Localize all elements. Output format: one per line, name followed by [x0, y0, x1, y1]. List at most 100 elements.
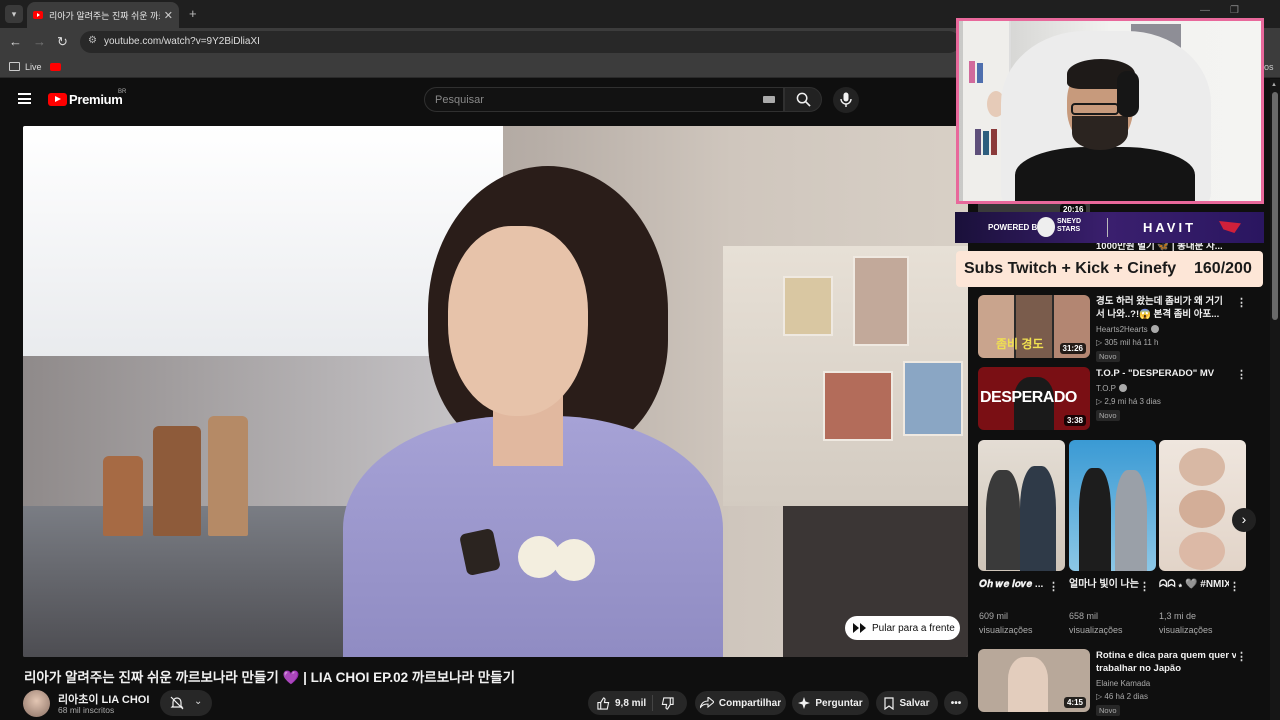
sidebar-video-channel[interactable]: Elaine Kamada [1096, 679, 1150, 688]
new-badge: Novo [1096, 705, 1120, 716]
youtube-logo-icon[interactable] [48, 93, 67, 106]
back-icon[interactable]: ← [9, 34, 22, 49]
video-title-rest: | LIA CHOI EP.02 까르보나라 만들기 [299, 670, 515, 685]
verified-icon [1150, 325, 1159, 333]
video-title: 리아가 알려주는 진짜 쉬운 까르보나라 만들기 💜 | LIA CHOI EP… [24, 666, 924, 686]
webcam-book [975, 129, 981, 155]
video-scene-photo [903, 361, 963, 436]
short-thumbnail[interactable] [978, 440, 1065, 571]
webcam-streamer-beard [1072, 116, 1128, 150]
short-thumbnail[interactable] [1069, 440, 1156, 571]
ask-button[interactable]: Perguntar [792, 691, 869, 715]
sidebar-video-thumbnail[interactable]: DESPERADO 3:38 [978, 367, 1090, 430]
reload-icon[interactable]: ↻ [57, 34, 68, 50]
sidebar-video-title[interactable]: T.O.P - "DESPERADO" MV [1096, 367, 1236, 380]
sponsor-brand: HAVIT [1143, 220, 1197, 235]
webcam-headset [1117, 71, 1139, 117]
streamer-webcam-overlay [956, 18, 1264, 204]
sidebar-video-meta: ▷ 305 mil há 11 h [1096, 338, 1159, 347]
sidebar-video-title-line2[interactable]: trabalhar no Japão [1096, 662, 1236, 675]
forward-icon[interactable]: → [33, 34, 46, 49]
new-badge: Novo [1096, 351, 1120, 362]
share-icon [699, 697, 714, 709]
video-scene-jar [208, 416, 248, 536]
short-title[interactable]: 얼마나 빛이 나는지✨ #... [1069, 578, 1139, 592]
short-title[interactable]: ᗣᗣ ⁎ 🩶 #NMIXX #... [1159, 578, 1229, 592]
sparkle-icon [798, 697, 811, 709]
folder-icon[interactable] [9, 62, 20, 71]
webcam-streamer-glasses [1071, 103, 1119, 115]
voice-search-button[interactable] [833, 87, 859, 113]
tab-title: 리아가 알려주는 진짜 쉬운 까르 [49, 10, 160, 21]
sidebar-video-title-line2[interactable]: 서 나와..?!😱 본격 좀비 아포... [1096, 308, 1236, 321]
channel-avatar[interactable] [23, 690, 50, 717]
thumb-face [1179, 532, 1225, 570]
subs-goal-label: Subs Twitch + Kick + Cinefy [964, 260, 1177, 277]
sidebar-video-thumbnail[interactable]: 4:15 [978, 649, 1090, 712]
thumb-face [1179, 448, 1225, 486]
url-bar[interactable]: ⚙ youtube.com/watch?v=9Y2BiDliaXI [80, 31, 960, 53]
logo-text[interactable]: Premium [69, 92, 123, 107]
bookmark-live[interactable]: Live [25, 62, 42, 72]
sponsor-brand-logo-icon [1219, 221, 1241, 233]
short-options-icon[interactable]: ⋮ [1229, 580, 1240, 593]
webcam-book [983, 131, 989, 155]
new-tab-icon[interactable]: + [189, 6, 197, 21]
menu-icon[interactable] [18, 93, 31, 104]
sidebar-video-title[interactable]: 경도 하러 왔는데 좀비가 왜 거기 [1096, 295, 1236, 308]
search-input[interactable]: Pesquisar [424, 87, 784, 112]
video-options-icon[interactable]: ⋮ [1236, 368, 1248, 381]
site-info-icon[interactable]: ⚙ [88, 35, 97, 46]
subs-goal-count: 160/200 [1194, 260, 1252, 277]
short-views-count: 1,3 mi de [1159, 611, 1197, 621]
bookmarks-overflow[interactable]: os [1264, 62, 1274, 72]
short-views: 1,3 mi de visualizações [1159, 609, 1239, 637]
video-title-main: 리아가 알려주는 진짜 쉬운 까르보나라 만들기 [24, 670, 279, 685]
share-label: Compartilhar [718, 697, 782, 709]
more-actions-icon: ••• [950, 697, 962, 709]
video-duration: 4:15 [1063, 697, 1086, 708]
sidebar-video-channel[interactable]: Hearts2Hearts [1096, 325, 1159, 334]
shorts-next-button[interactable]: › [1232, 508, 1256, 532]
short-title[interactable]: 𝑶𝒉 𝒘𝒆 𝒍𝒐𝒗𝒆 ... [979, 578, 1049, 592]
tab-close-icon[interactable]: ✕ [164, 9, 173, 22]
like-dislike-group: 9,8 mil [588, 691, 687, 715]
short-views-label: visualizações [1069, 625, 1123, 635]
save-button[interactable]: Salvar [876, 691, 938, 715]
keyboard-icon[interactable] [763, 96, 775, 103]
channel-subscribers: 68 mil inscritos [58, 705, 115, 715]
short-options-icon[interactable]: ⋮ [1139, 580, 1150, 593]
short-views-label: visualizações [1159, 625, 1213, 635]
more-actions-button[interactable]: ••• [944, 691, 968, 715]
tab-active[interactable]: 리아가 알려주는 진짜 쉬운 까르 ✕ [27, 2, 179, 28]
like-button[interactable]: 9,8 mil [588, 695, 653, 711]
share-button[interactable]: Compartilhar [695, 691, 786, 715]
thumb-face [1179, 490, 1225, 528]
channel-label: T.O.P [1096, 384, 1117, 393]
video-scene-photo [783, 276, 833, 336]
sidebar-video-channel[interactable]: T.O.P [1096, 384, 1128, 393]
sidebar-video-title[interactable]: Rotina e dica para quem quer vir [1096, 649, 1236, 662]
video-player[interactable] [23, 126, 968, 657]
channel-label: Hearts2Hearts [1096, 325, 1148, 334]
dislike-button[interactable] [653, 696, 679, 710]
search-button[interactable] [784, 87, 822, 112]
sidebar-video-thumbnail[interactable]: 좀비 경도 31:26 [978, 295, 1090, 358]
notification-bell-button[interactable]: ⌄ [160, 690, 212, 716]
thumb-person [986, 470, 1020, 570]
short-thumbnail[interactable] [1159, 440, 1246, 571]
scroll-up-icon[interactable]: ▲ [1271, 82, 1277, 88]
short-options-icon[interactable]: ⋮ [1048, 580, 1059, 593]
minimize-icon[interactable]: — [1200, 5, 1210, 16]
skip-forward-button[interactable]: Pular para a frente [845, 616, 960, 640]
video-options-icon[interactable]: ⋮ [1236, 296, 1248, 309]
thumb-person [1079, 468, 1111, 571]
url-text[interactable]: youtube.com/watch?v=9Y2BiDliaXI [104, 36, 260, 47]
short-views-count: 609 mil [979, 611, 1009, 621]
scrollbar-thumb[interactable] [1272, 92, 1278, 320]
maximize-icon[interactable]: ❐ [1230, 5, 1239, 16]
thumbs-down-icon [661, 696, 674, 710]
bookmark-youtube-icon[interactable] [50, 63, 61, 71]
tab-search-menu-icon[interactable]: ▾ [5, 5, 23, 23]
video-options-icon[interactable]: ⋮ [1236, 650, 1248, 663]
